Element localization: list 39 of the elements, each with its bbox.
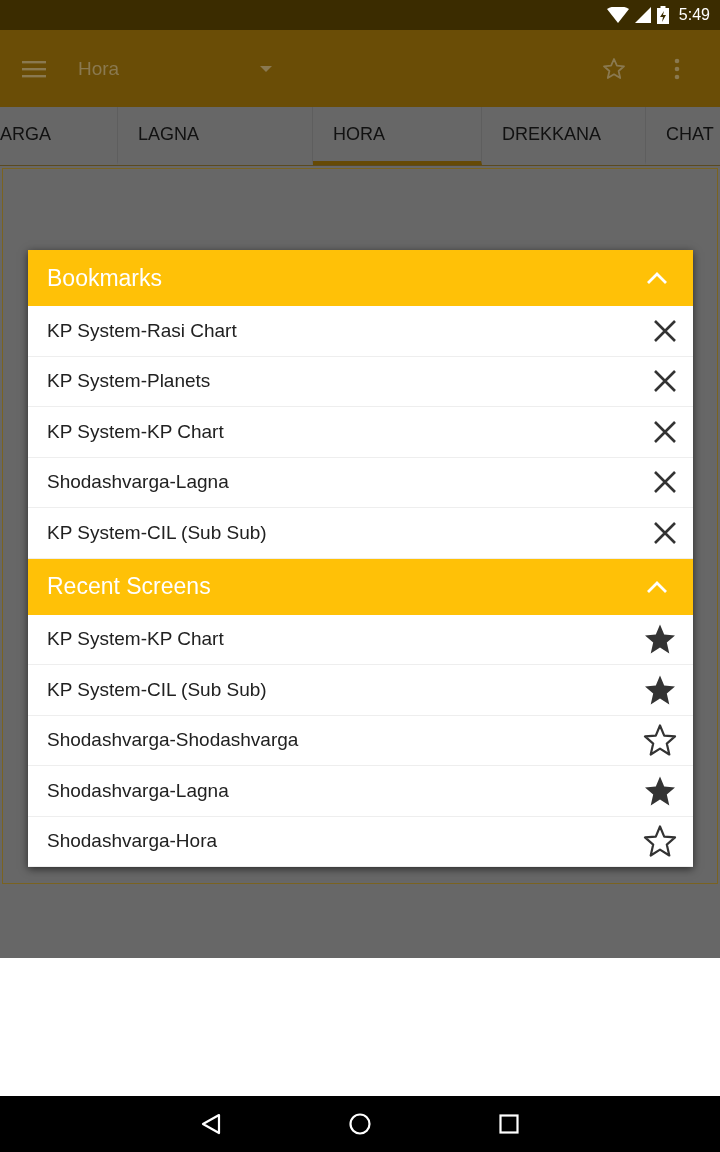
list-item[interactable]: KP System-KP Chart: [28, 614, 693, 665]
back-icon[interactable]: [201, 1113, 221, 1135]
list-item[interactable]: KP System-Planets: [28, 356, 693, 407]
close-icon[interactable]: [653, 318, 677, 343]
section-title: Recent Screens: [47, 573, 211, 600]
item-label: KP System-CIL (Sub Sub): [47, 521, 267, 544]
list-item[interactable]: KP System-CIL (Sub Sub): [28, 665, 693, 716]
list-item[interactable]: Shodashvarga-Hora: [28, 816, 693, 867]
item-label: Shodashvarga-Hora: [47, 830, 218, 853]
item-label: KP System-KP Chart: [47, 628, 224, 651]
item-label: Shodashvarga-Lagna: [47, 471, 229, 494]
close-icon[interactable]: [653, 520, 677, 545]
list-item[interactable]: Shodashvarga-Lagna: [28, 766, 693, 817]
close-icon[interactable]: [653, 470, 677, 495]
clock-time: 5:49: [678, 6, 710, 24]
section-title: Bookmarks: [47, 264, 163, 292]
item-label: Shodashvarga-Shodashvarga: [47, 729, 299, 752]
close-icon[interactable]: [653, 369, 677, 394]
close-icon[interactable]: [653, 419, 677, 444]
item-label: KP System-Planets: [47, 370, 211, 393]
star-outline-icon[interactable]: [643, 724, 677, 757]
star-icon[interactable]: [602, 56, 626, 81]
list-item[interactable]: Shodashvarga-Lagna: [28, 457, 693, 508]
recent-apps-icon[interactable]: [499, 1114, 519, 1134]
list-item[interactable]: Shodashvarga-Shodashvarga: [28, 715, 693, 766]
list-item[interactable]: KP System-CIL (Sub Sub): [28, 508, 693, 559]
item-label: KP System-CIL (Sub Sub): [47, 678, 267, 701]
list-item[interactable]: KP System-Rasi Chart: [28, 306, 693, 357]
item-label: Shodashvarga-Lagna: [47, 779, 229, 802]
star-outline-icon[interactable]: [643, 825, 677, 858]
item-label: KP System-KP Chart: [47, 420, 224, 443]
wifi-icon: [606, 7, 629, 23]
list-item[interactable]: KP System-KP Chart: [28, 407, 693, 458]
signal-icon: [634, 7, 651, 23]
item-label: KP System-Rasi Chart: [47, 319, 237, 342]
home-icon[interactable]: [349, 1113, 371, 1135]
battery-icon: [656, 6, 669, 24]
filled-star-icon[interactable]: [643, 623, 677, 656]
dropdown-caret-icon: [260, 65, 272, 72]
